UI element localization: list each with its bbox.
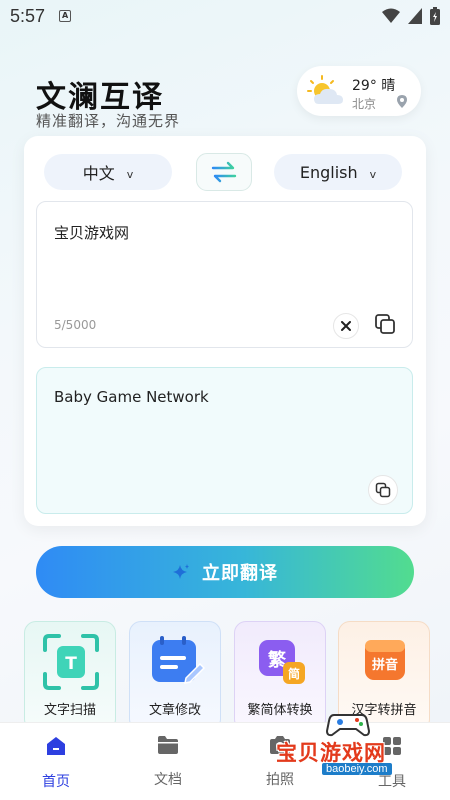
- tool-label: 文章修改: [148, 703, 201, 718]
- translate-now-button[interactable]: 立即翻译: [36, 546, 414, 598]
- text-scan-icon: T: [43, 634, 99, 690]
- folder-icon: [158, 736, 178, 754]
- gamepad-icon: [326, 714, 370, 737]
- copy-translation-button[interactable]: [368, 475, 398, 505]
- trad-simp-icon: 繁 简: [259, 640, 305, 684]
- nav-documents-label: 文档: [154, 772, 182, 788]
- nav-home[interactable]: 首页: [11, 735, 101, 791]
- weather-temperature: 29° 晴: [352, 78, 396, 94]
- location-pin-icon: [397, 95, 407, 108]
- clear-button[interactable]: [333, 313, 359, 339]
- translation-card: 中文 v English v 宝贝游戏网 5/5000 Baby Game Ne…: [24, 136, 426, 526]
- sun-cloud-icon: [307, 75, 343, 104]
- chevron-down-icon: v: [126, 167, 134, 181]
- text-scan-icon-glyph: T: [65, 654, 77, 674]
- app-subtitle: 精准翻译，沟通无界: [36, 112, 181, 130]
- translate-now-label: 立即翻译: [202, 563, 278, 584]
- target-language-select[interactable]: English v: [274, 154, 402, 190]
- source-text-input[interactable]: 宝贝游戏网 5/5000: [36, 201, 413, 348]
- status-bar: 5:57 A: [0, 0, 450, 32]
- target-language-label: English: [299, 162, 358, 182]
- chevron-down-icon: v: [369, 167, 377, 181]
- swap-languages-button[interactable]: [196, 153, 252, 191]
- close-icon: [341, 321, 351, 331]
- status-icons: [382, 7, 440, 25]
- home-icon: [47, 737, 65, 755]
- weather-city: 北京: [352, 97, 377, 111]
- source-language-label: 中文: [82, 164, 115, 183]
- source-text[interactable]: 宝贝游戏网: [54, 222, 129, 243]
- wifi-icon: [382, 8, 400, 23]
- article-edit-icon: [152, 636, 206, 684]
- nav-documents[interactable]: 文档: [123, 735, 213, 789]
- tool-article-edit[interactable]: 文章修改: [129, 621, 221, 731]
- translation-output: Baby Game Network: [36, 367, 413, 514]
- weather-card[interactable]: 29° 晴 北京: [297, 66, 421, 116]
- pinyin-icon-glyph: 拼音: [372, 657, 398, 673]
- pinyin-icon: 拼音: [365, 640, 405, 680]
- battery-icon: [430, 7, 440, 25]
- translated-text: Baby Game Network: [54, 388, 209, 406]
- sparkle-icon: [173, 564, 189, 579]
- app-notification-icon: A: [59, 10, 72, 22]
- source-language-select[interactable]: 中文 v: [44, 154, 172, 190]
- char-count: 5/5000: [54, 318, 97, 332]
- copy-icon: [375, 482, 391, 498]
- copy-icon[interactable]: [374, 313, 396, 335]
- simp-icon-glyph: 简: [288, 666, 300, 681]
- status-time: 5:57: [10, 5, 46, 26]
- watermark-url: baobeiy.com: [322, 763, 392, 775]
- tool-text-scan[interactable]: T 文字扫描: [24, 621, 116, 731]
- tool-label: 文字扫描: [43, 703, 96, 718]
- signal-icon: [408, 8, 422, 24]
- swap-arrows-icon: [211, 161, 237, 183]
- watermark: 宝贝游戏网 baobeiy.com: [270, 707, 450, 777]
- nav-home-label: 首页: [42, 774, 70, 790]
